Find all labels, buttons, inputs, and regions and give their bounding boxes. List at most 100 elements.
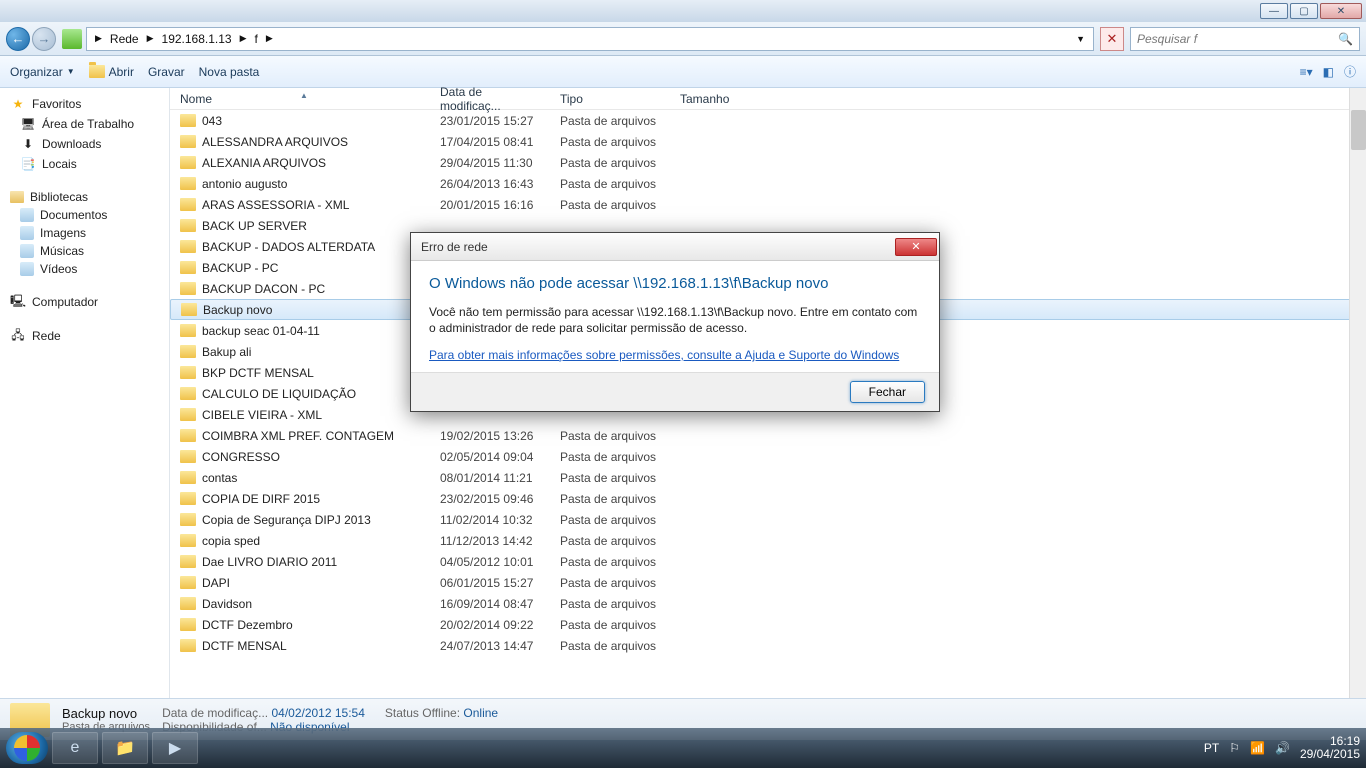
table-row[interactable]: CONGRESSO02/05/2014 09:04Pasta de arquiv…: [170, 446, 1366, 467]
chevron-right-icon: ▶: [95, 33, 102, 44]
minimize-button[interactable]: —: [1260, 3, 1288, 19]
folder-icon: [180, 261, 196, 274]
col-size[interactable]: Tamanho: [670, 92, 770, 106]
clock[interactable]: 16:19 29/04/2015: [1300, 735, 1360, 761]
dialog-titlebar[interactable]: Erro de rede ✕: [411, 233, 939, 261]
sidebar-item-music[interactable]: Músicas: [0, 242, 169, 260]
maximize-button[interactable]: ▢: [1290, 3, 1318, 19]
documents-icon: [20, 208, 34, 222]
crumb-f[interactable]: f: [255, 32, 258, 46]
table-row[interactable]: 04323/01/2015 15:27Pasta de arquivos: [170, 110, 1366, 131]
forward-button[interactable]: →: [32, 27, 56, 51]
cell-date: 19/02/2015 13:26: [430, 429, 550, 443]
sidebar-item-images[interactable]: Imagens: [0, 224, 169, 242]
cell-type: Pasta de arquivos: [550, 429, 670, 443]
table-row[interactable]: antonio augusto26/04/2013 16:43Pasta de …: [170, 173, 1366, 194]
table-row[interactable]: ARAS ASSESSORIA - XML20/01/2015 16:16Pas…: [170, 194, 1366, 215]
scrollbar[interactable]: [1349, 88, 1366, 698]
sidebar-item-documents[interactable]: Documentos: [0, 206, 169, 224]
table-row[interactable]: ALEXANIA ARQUIVOS29/04/2015 11:30Pasta d…: [170, 152, 1366, 173]
table-row[interactable]: Copia de Segurança DIPJ 201311/02/2014 1…: [170, 509, 1366, 530]
scrollbar-thumb[interactable]: [1351, 110, 1366, 150]
cell-name: 043: [170, 114, 430, 128]
cell-type: Pasta de arquivos: [550, 576, 670, 590]
nav-bar: ← → ▶ Rede ▶ 192.168.1.13 ▶ f ▶ ▼ ✕ Pesq…: [0, 22, 1366, 56]
taskbar-mediaplayer[interactable]: ▶: [152, 732, 198, 764]
view-options-icon[interactable]: ≡▾: [1300, 65, 1313, 79]
folder-icon: [180, 492, 196, 505]
dialog-close-action-button[interactable]: Fechar: [850, 381, 925, 403]
language-indicator[interactable]: PT: [1204, 741, 1219, 755]
search-placeholder: Pesquisar f: [1137, 32, 1197, 46]
sidebar-computer[interactable]: 🖳Computador: [0, 292, 169, 312]
breadcrumb[interactable]: ▶ Rede ▶ 192.168.1.13 ▶ f ▶ ▼: [86, 27, 1094, 51]
dialog-close-button[interactable]: ✕: [895, 238, 937, 256]
sidebar-favorites[interactable]: ★Favoritos: [0, 94, 169, 114]
table-row[interactable]: copia sped11/12/2013 14:42Pasta de arqui…: [170, 530, 1366, 551]
crumb-ip[interactable]: 192.168.1.13: [162, 32, 232, 46]
cell-type: Pasta de arquivos: [550, 597, 670, 611]
cell-date: 04/05/2012 10:01: [430, 555, 550, 569]
crumb-rede[interactable]: Rede: [110, 32, 139, 46]
table-row[interactable]: COIMBRA XML PREF. CONTAGEM19/02/2015 13:…: [170, 425, 1366, 446]
cell-name: ARAS ASSESSORIA - XML: [170, 198, 430, 212]
search-icon[interactable]: 🔍: [1338, 32, 1353, 46]
sidebar-item-places[interactable]: 📑Locais: [0, 154, 169, 174]
burn-button[interactable]: Gravar: [148, 65, 185, 79]
toolbar: Organizar▼ Abrir Gravar Nova pasta ≡▾ ◧ …: [0, 56, 1366, 88]
organize-button[interactable]: Organizar▼: [10, 65, 75, 79]
close-window-button[interactable]: ✕: [1320, 3, 1362, 19]
table-row[interactable]: COPIA DE DIRF 201523/02/2015 09:46Pasta …: [170, 488, 1366, 509]
sidebar-network[interactable]: 🖧Rede: [0, 326, 169, 346]
sidebar-item-videos[interactable]: Vídeos: [0, 260, 169, 278]
back-button[interactable]: ←: [6, 27, 30, 51]
chevron-right-icon: ▶: [266, 33, 273, 44]
cell-type: Pasta de arquivos: [550, 555, 670, 569]
help-icon[interactable]: ⓘ: [1344, 63, 1356, 80]
dropdown-icon[interactable]: ▼: [1076, 34, 1085, 44]
table-row[interactable]: Dae LIVRO DIARIO 201104/05/2012 10:01Pas…: [170, 551, 1366, 572]
volume-icon[interactable]: 🔊: [1275, 741, 1290, 755]
network-location-icon: [62, 29, 82, 49]
taskbar-explorer[interactable]: 📁: [102, 732, 148, 764]
download-icon: ⬇: [20, 136, 36, 152]
col-type[interactable]: Tipo: [550, 92, 670, 106]
cell-type: Pasta de arquivos: [550, 156, 670, 170]
sidebar-libraries[interactable]: Bibliotecas: [0, 188, 169, 206]
flag-icon[interactable]: ⚐: [1229, 741, 1240, 755]
network-icon: 🖧: [10, 328, 26, 344]
stop-button[interactable]: ✕: [1100, 27, 1124, 51]
network-tray-icon[interactable]: 📶: [1250, 741, 1265, 755]
cell-date: 23/01/2015 15:27: [430, 114, 550, 128]
table-row[interactable]: ALESSANDRA ARQUIVOS17/04/2015 08:41Pasta…: [170, 131, 1366, 152]
search-input[interactable]: Pesquisar f 🔍: [1130, 27, 1360, 51]
table-row[interactable]: contas08/01/2014 11:21Pasta de arquivos: [170, 467, 1366, 488]
preview-pane-icon[interactable]: ◧: [1323, 65, 1334, 79]
table-row[interactable]: Davidson16/09/2014 08:47Pasta de arquivo…: [170, 593, 1366, 614]
cell-name: Dae LIVRO DIARIO 2011: [170, 555, 430, 569]
dialog-help-link[interactable]: Para obter mais informações sobre permis…: [429, 348, 921, 362]
cell-name: copia sped: [170, 534, 430, 548]
open-button[interactable]: Abrir: [89, 65, 134, 79]
cell-type: Pasta de arquivos: [550, 135, 670, 149]
taskbar: e 📁 ▶ PT ⚐ 📶 🔊 16:19 29/04/2015: [0, 728, 1366, 768]
folder-icon: [180, 387, 196, 400]
folder-icon: [181, 303, 197, 316]
chevron-right-icon: ▶: [147, 33, 154, 44]
cell-date: 24/07/2013 14:47: [430, 639, 550, 653]
cell-name: BACKUP - DADOS ALTERDATA: [170, 240, 430, 254]
col-name[interactable]: Nome▲: [170, 92, 430, 106]
libraries-icon: [10, 191, 24, 203]
table-row[interactable]: DCTF Dezembro20/02/2014 09:22Pasta de ar…: [170, 614, 1366, 635]
col-date[interactable]: Data de modificaç...: [430, 85, 550, 113]
table-row[interactable]: DAPI06/01/2015 15:27Pasta de arquivos: [170, 572, 1366, 593]
taskbar-ie[interactable]: e: [52, 732, 98, 764]
dialog-title: Erro de rede: [421, 240, 488, 254]
sidebar-item-desktop[interactable]: 🖥Área de Trabalho: [0, 114, 169, 134]
cell-date: 20/02/2014 09:22: [430, 618, 550, 632]
table-row[interactable]: DCTF MENSAL24/07/2013 14:47Pasta de arqu…: [170, 635, 1366, 656]
cell-type: Pasta de arquivos: [550, 177, 670, 191]
new-folder-button[interactable]: Nova pasta: [199, 65, 260, 79]
sidebar-item-downloads[interactable]: ⬇Downloads: [0, 134, 169, 154]
start-button[interactable]: [6, 732, 48, 764]
